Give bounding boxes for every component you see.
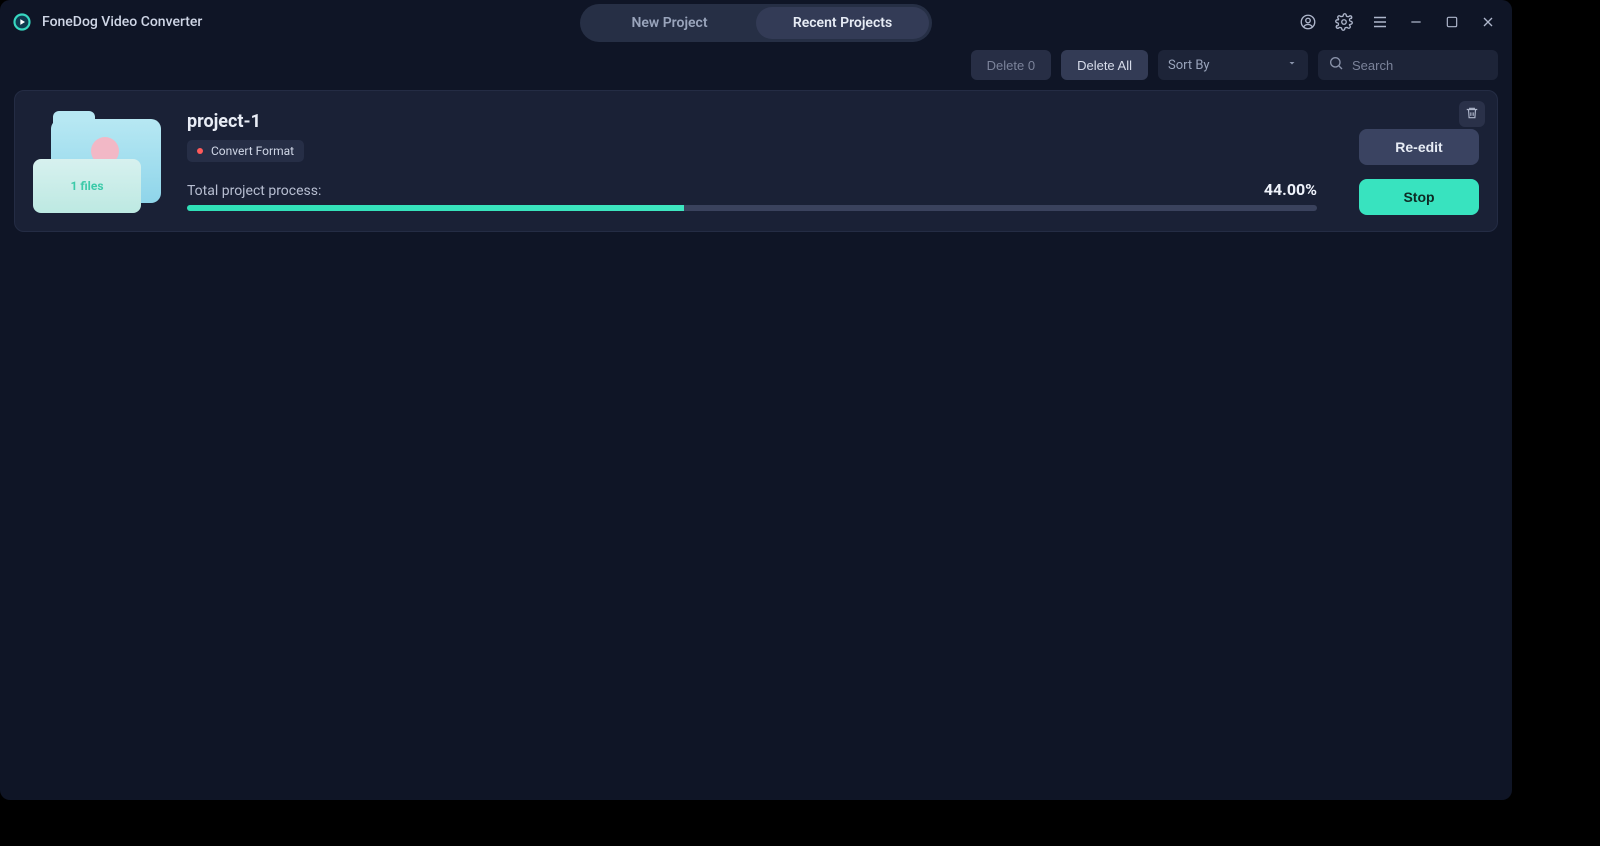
sort-by-label: Sort By — [1168, 58, 1210, 73]
process-percent: 44.00% — [1264, 180, 1317, 199]
tab-new-project-label: New Project — [631, 15, 707, 31]
project-main: project-1 Convert Format Total project p… — [187, 109, 1317, 215]
title-bar: FoneDog Video Converter New Project Rece… — [0, 0, 1512, 44]
trash-icon — [1465, 105, 1479, 124]
project-actions: Re-edit Stop — [1339, 129, 1479, 215]
tab-new-project[interactable]: New Project — [583, 7, 756, 39]
minimize-icon[interactable] — [1404, 10, 1428, 34]
menu-icon[interactable] — [1368, 10, 1392, 34]
delete-all-button[interactable]: Delete All — [1061, 50, 1148, 80]
delete-project-button[interactable] — [1459, 101, 1485, 127]
app-logo-icon — [12, 12, 32, 32]
tabs: New Project Recent Projects — [580, 4, 932, 42]
toolbar: Delete 0 Delete All Sort By — [0, 44, 1512, 90]
project-tag: Convert Format — [187, 140, 304, 162]
search-input[interactable] — [1350, 57, 1488, 74]
stop-button[interactable]: Stop — [1359, 179, 1479, 215]
search-icon — [1328, 55, 1344, 75]
app-window: FoneDog Video Converter New Project Rece… — [0, 0, 1512, 800]
brand: FoneDog Video Converter — [12, 12, 202, 32]
files-count-label: 1 files — [70, 179, 103, 193]
project-thumbnail: 1 files — [33, 111, 165, 211]
app-title: FoneDog Video Converter — [42, 14, 202, 30]
status-dot-icon — [197, 148, 203, 154]
tab-recent-projects[interactable]: Recent Projects — [756, 7, 929, 39]
window-controls — [1296, 10, 1500, 34]
progress-fill — [187, 205, 684, 211]
search-box[interactable] — [1318, 50, 1498, 80]
progress-bar — [187, 205, 1317, 211]
tab-recent-projects-label: Recent Projects — [793, 15, 892, 31]
folder-front: 1 files — [33, 159, 141, 213]
close-icon[interactable] — [1476, 10, 1500, 34]
sort-by-dropdown[interactable]: Sort By — [1158, 50, 1308, 80]
process-label: Total project process: — [187, 183, 321, 199]
project-card: 1 files project-1 Convert Format Total p… — [14, 90, 1498, 232]
maximize-icon[interactable] — [1440, 10, 1464, 34]
account-icon[interactable] — [1296, 10, 1320, 34]
project-title: project-1 — [187, 111, 1317, 132]
chevron-down-icon — [1286, 57, 1298, 73]
settings-icon[interactable] — [1332, 10, 1356, 34]
process-row: Total project process: 44.00% — [187, 180, 1317, 199]
delete-selected-button[interactable]: Delete 0 — [971, 50, 1051, 80]
reedit-button[interactable]: Re-edit — [1359, 129, 1479, 165]
project-tag-label: Convert Format — [211, 144, 294, 158]
